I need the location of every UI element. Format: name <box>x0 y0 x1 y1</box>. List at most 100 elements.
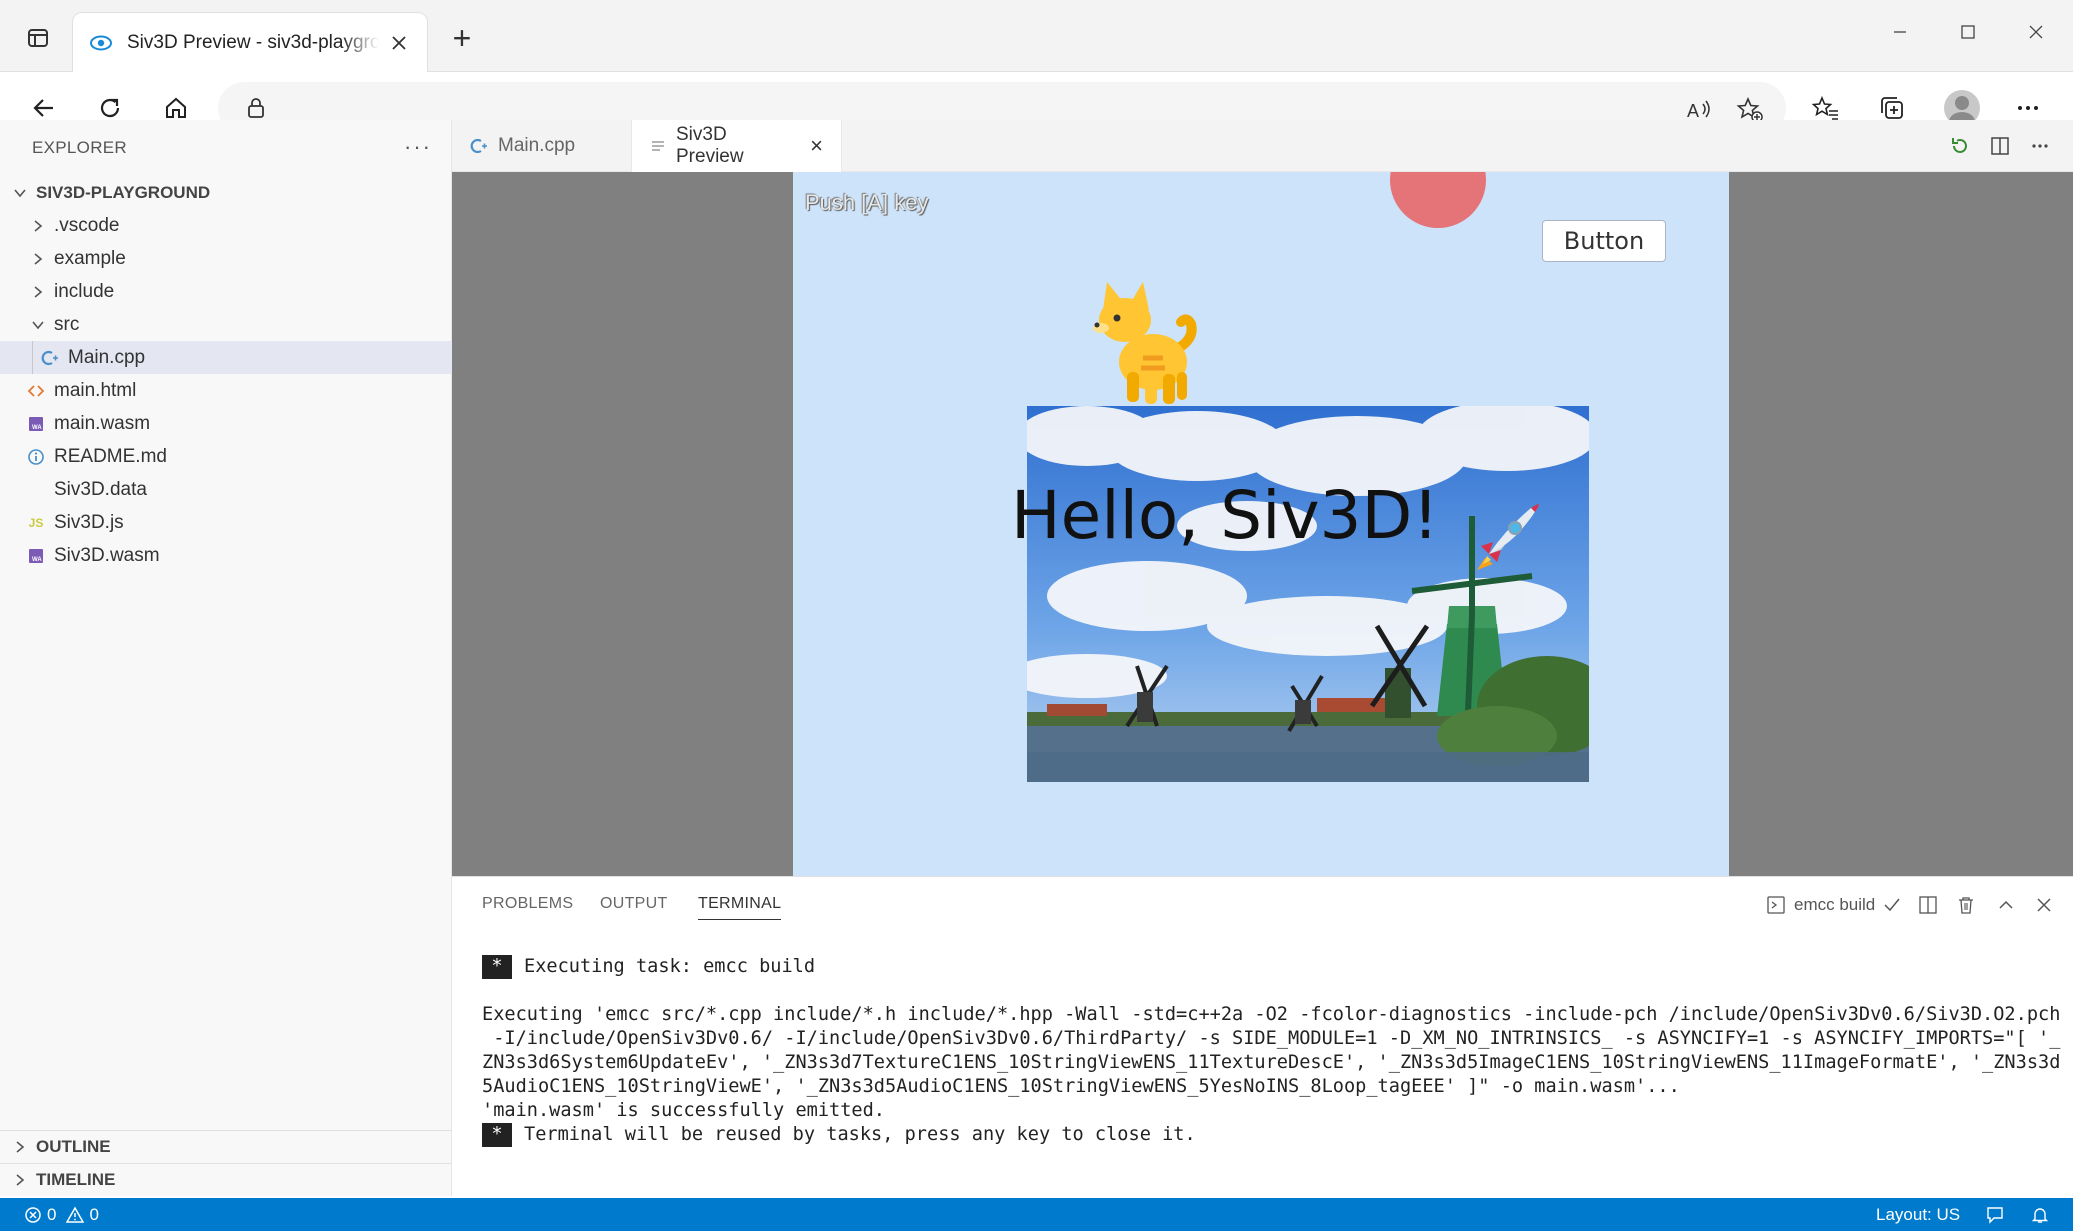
workspace-root[interactable]: SIV3D-PLAYGROUND <box>0 176 452 209</box>
timeline-section[interactable]: TIMELINE <box>0 1163 452 1196</box>
file-main-cpp[interactable]: Main.cpp <box>0 341 452 374</box>
file-main-html[interactable]: main.html <box>0 374 452 407</box>
rocket-emoji <box>1477 504 1539 570</box>
chevron-right-icon <box>28 219 48 233</box>
problems-status[interactable]: 0 0 <box>24 1198 99 1231</box>
lock-icon[interactable] <box>244 96 268 120</box>
task-label: emcc build <box>1794 895 1876 914</box>
file-label: Siv3D.wasm <box>54 544 160 566</box>
browser-tab[interactable]: Siv3D Preview - siv3d-playground <box>72 12 428 72</box>
close-panel-icon[interactable] <box>2030 891 2058 919</box>
file-label: README.md <box>54 445 167 467</box>
terminal-line: ZN3s3d6System6UpdateEv', '_ZN3s3d7Textur… <box>482 1052 2061 1073</box>
file-label: main.html <box>54 379 137 401</box>
split-terminal-icon[interactable] <box>1914 891 1942 919</box>
warning-icon <box>66 1205 85 1224</box>
browser-tab-title: Siv3D Preview - siv3d-playground <box>127 31 379 53</box>
chevron-down-icon <box>28 318 48 332</box>
tab-siv3d-preview[interactable]: Siv3D Preview × <box>632 120 842 172</box>
editor-more-icon[interactable] <box>2026 132 2054 160</box>
folder-vscode[interactable]: .vscode <box>0 209 452 242</box>
preview-file-icon <box>650 138 666 154</box>
error-icon <box>24 1206 42 1224</box>
svg-text:WA: WA <box>32 557 42 563</box>
cat-emoji <box>1093 282 1197 404</box>
tab-terminal[interactable]: TERMINAL <box>698 895 782 920</box>
feedback-icon[interactable] <box>1985 1198 2005 1231</box>
terminal-icon <box>1766 895 1786 915</box>
error-count: 0 <box>47 1204 57 1224</box>
maximize-panel-icon[interactable] <box>1992 891 2020 919</box>
file-siv3d-wasm[interactable]: WA Siv3D.wasm <box>0 539 452 572</box>
svg-text:WA: WA <box>32 425 42 431</box>
tab-problems[interactable]: PROBLEMS <box>482 895 573 919</box>
explorer-more-icon[interactable]: ··· <box>404 134 432 160</box>
folder-src[interactable]: src <box>0 308 452 341</box>
cpp-file-icon <box>470 137 488 155</box>
chevron-right-icon <box>10 1140 30 1154</box>
file-siv3d-data[interactable]: Siv3D.data <box>0 473 452 506</box>
browser-tab-strip: Siv3D Preview - siv3d-playground + <box>0 0 2073 72</box>
wasm-file-icon: WA <box>26 546 46 566</box>
html-file-icon <box>26 381 46 401</box>
folder-example[interactable]: example <box>0 242 452 275</box>
close-tab-icon[interactable] <box>387 31 411 55</box>
notifications-bell-icon[interactable] <box>2030 1198 2050 1231</box>
check-icon <box>1883 896 1901 914</box>
terminal-line: 'main.wasm' is successfully emitted. <box>482 1100 885 1121</box>
file-main-wasm[interactable]: WA main.wasm <box>0 407 452 440</box>
siv3d-canvas[interactable]: Push [A] key Button Hello, Siv3D! <box>793 172 1729 876</box>
terminal-line: * Terminal will be reused by tasks, press… <box>482 1123 2052 1147</box>
terminal-output[interactable]: * Executing task: emcc build Executing 'e… <box>482 955 2061 1147</box>
file-siv3d-js[interactable]: JS Siv3D.js <box>0 506 452 539</box>
tab-actions-icon[interactable] <box>20 20 56 56</box>
folder-include[interactable]: include <box>0 275 452 308</box>
wasm-file-icon: WA <box>26 414 46 434</box>
minimize-icon[interactable] <box>1878 14 1922 50</box>
new-tab-button[interactable]: + <box>442 18 482 58</box>
folder-label: .vscode <box>54 214 120 236</box>
preview-pane: Push [A] key Button Hello, Siv3D! <box>452 172 2073 876</box>
warning-count: 0 <box>89 1204 99 1224</box>
workspace-root-label: SIV3D-PLAYGROUND <box>36 182 211 202</box>
folder-label: include <box>54 280 115 302</box>
folder-label: example <box>54 247 126 269</box>
reload-preview-icon[interactable] <box>1946 132 1974 160</box>
url-input[interactable] <box>280 96 1580 120</box>
timeline-label: TIMELINE <box>36 1170 116 1189</box>
keyboard-layout-status[interactable]: Layout: US <box>1876 1198 1960 1231</box>
status-bar: 0 0 Layout: US <box>0 1198 2073 1231</box>
close-tab-icon[interactable]: × <box>810 133 823 159</box>
chevron-down-icon <box>10 186 30 200</box>
explorer-title: EXPLORER <box>32 138 127 157</box>
info-file-icon <box>26 447 46 467</box>
data-file-icon <box>26 480 46 500</box>
outline-section[interactable]: OUTLINE <box>0 1130 452 1163</box>
js-file-icon: JS <box>28 515 44 530</box>
explorer-header: EXPLORER ··· <box>0 120 452 176</box>
siv3d-button[interactable]: Button <box>1542 220 1666 262</box>
terminal-line: 5AudioC1ENS_10StringViewE', '_ZN3s3d5Aud… <box>482 1076 1680 1097</box>
tab-main-cpp[interactable]: Main.cpp <box>452 120 632 172</box>
file-readme[interactable]: README.md <box>0 440 452 473</box>
file-label: Siv3D.js <box>54 511 124 533</box>
split-editor-icon[interactable] <box>1986 132 2014 160</box>
bottom-panel: PROBLEMS OUTPUT TERMINAL emcc build * Exe… <box>452 876 2073 1198</box>
windmill-photo <box>1027 406 1589 782</box>
file-label: main.wasm <box>54 412 151 434</box>
push-key-text: Push [A] key <box>805 190 929 215</box>
svg-text:A: A <box>1687 101 1699 121</box>
terminal-task-selector[interactable]: emcc build <box>1766 891 1901 919</box>
file-label: Main.cpp <box>68 346 146 368</box>
close-window-icon[interactable] <box>2014 14 2058 50</box>
chevron-right-icon <box>10 1173 30 1187</box>
hello-text: Hello, Siv3D! <box>1011 477 1439 554</box>
maximize-icon[interactable] <box>1946 14 1990 50</box>
trash-icon[interactable] <box>1952 891 1980 919</box>
task-star-badge: * <box>482 955 512 979</box>
tab-output[interactable]: OUTPUT <box>600 895 668 919</box>
red-circle <box>1390 172 1486 228</box>
folder-label: src <box>54 313 80 335</box>
terminal-line: * Executing task: emcc build <box>482 955 2052 979</box>
